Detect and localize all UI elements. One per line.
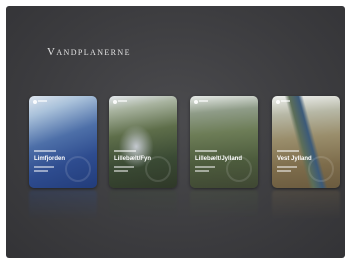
card-tagline: [34, 150, 56, 152]
card-reflection: [109, 190, 177, 220]
card-subtitle: [277, 170, 291, 172]
card-subtitle: [114, 170, 128, 172]
card-header-text: [281, 100, 290, 102]
wave-icon: [65, 156, 91, 182]
card-tagline: [277, 150, 299, 152]
card-subtitle: [34, 170, 48, 172]
card-reflection: [190, 190, 258, 220]
card-header-text: [118, 100, 127, 102]
presentation-canvas: Vandplanerne Limfjorden Lillebælt/Fyn Li…: [6, 6, 345, 258]
logo-icon: [276, 100, 280, 104]
card-subtitle: [114, 166, 134, 168]
logo-icon: [194, 100, 198, 104]
card-tagline: [195, 150, 217, 152]
logo-icon: [113, 100, 117, 104]
card-header-text: [199, 100, 208, 102]
card-subtitle: [277, 166, 297, 168]
card-title: Vest Jylland: [277, 156, 312, 162]
card-header-text: [38, 100, 47, 102]
page-title: Vandplanerne: [47, 46, 131, 58]
logo-icon: [33, 100, 37, 104]
card-vest-jylland[interactable]: Vest Jylland: [272, 96, 340, 188]
card-title: Lillebælt/Jylland: [195, 156, 243, 162]
card-subtitle: [195, 166, 215, 168]
card-limfjorden[interactable]: Limfjorden: [29, 96, 97, 188]
card-title: Lillebælt/Fyn: [114, 156, 152, 162]
card-subtitle: [34, 166, 54, 168]
card-reflection: [272, 190, 340, 220]
card-lillebaelt-fyn[interactable]: Lillebælt/Fyn: [109, 96, 177, 188]
card-reflection: [29, 190, 97, 220]
card-subtitle: [195, 170, 209, 172]
card-title: Limfjorden: [34, 156, 65, 162]
card-lillebaelt-jylland[interactable]: Lillebælt/Jylland: [190, 96, 258, 188]
card-tagline: [114, 150, 136, 152]
